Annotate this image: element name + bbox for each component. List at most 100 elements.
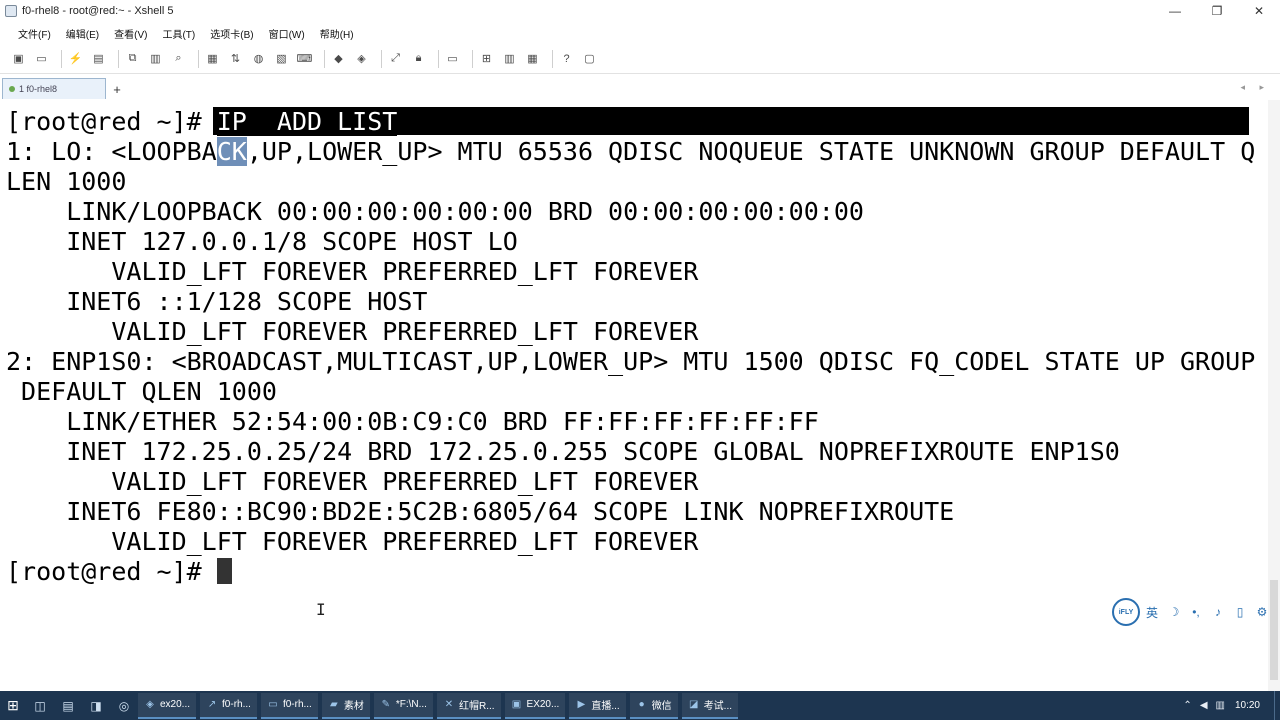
new-tab-button[interactable]: + (108, 80, 126, 98)
app-icon[interactable]: ◨ (85, 695, 107, 717)
menu-edit[interactable]: 编辑(E) (66, 26, 99, 41)
properties-icon[interactable]: ▤ (90, 50, 107, 67)
tab-nav-arrows[interactable]: ◂ ▸ (1240, 82, 1270, 93)
keyboard-icon[interactable]: ⌨ (296, 50, 313, 67)
task-view-icon[interactable]: ◫ (29, 695, 51, 717)
menu-file[interactable]: 文件(F) (18, 26, 51, 41)
print-icon[interactable]: ▦ (204, 50, 221, 67)
toolbar-separator (324, 49, 325, 68)
explorer-icon[interactable]: ▤ (57, 695, 79, 717)
menu-bar: 文件(F) 编辑(E) 查看(V) 工具(T) 选项卡(B) 窗口(W) 帮助(… (0, 22, 1280, 44)
tile-icon[interactable]: ▦ (524, 50, 541, 67)
taskbar-item[interactable]: ✕ 红帽R... (436, 692, 501, 719)
taskbar-item[interactable]: ↗ f0-rh... (200, 692, 257, 719)
highlight-icon[interactable]: ◈ (353, 50, 370, 67)
terminal-line: VALID_LFT FOREVER PREFERRED_LFT FOREVER (6, 467, 699, 496)
taskbar-item[interactable]: ● 微信 (629, 692, 678, 719)
minimize-button[interactable]: — (1154, 0, 1196, 22)
chat-icon[interactable]: ▢ (581, 50, 598, 67)
new-session-icon[interactable]: ▣ (10, 50, 27, 67)
taskbar-item-label: EX20... (526, 699, 560, 710)
lock-icon[interactable]: 🔒︎ (410, 50, 427, 67)
taskbar-item[interactable]: ▣ EX20... (504, 692, 566, 719)
taskbar-item-label: 素材 (343, 701, 364, 712)
find-icon[interactable]: ⌕ (170, 50, 187, 67)
taskbar-item[interactable]: ▰ 素材 (321, 692, 370, 719)
mic-icon[interactable]: ♪ (1208, 602, 1228, 622)
toolbar-separator (552, 49, 553, 68)
taskbar-item[interactable]: ▭ f0-rh... (260, 692, 318, 719)
maximize-button[interactable]: ❐ (1196, 0, 1238, 22)
app-icon: ◈ (146, 699, 154, 710)
taskbar-item[interactable]: ◈ ex20... (138, 692, 197, 719)
toolbar-separator (438, 49, 439, 68)
app-icon[interactable]: ◎ (113, 695, 135, 717)
toolbar-separator (61, 49, 62, 68)
menu-view[interactable]: 查看(V) (114, 26, 147, 41)
terminal-line: INET 172.25.0.25/24 BRD 172.25.0.255 SCO… (6, 437, 1120, 466)
toolbar-separator (198, 49, 199, 68)
toolbar: ▣ ▭ ⚡ ▤ ⧉ ▥ ⌕ ▦ ⇅ ◍ ▧ ⌨ ◆ ◈ ⤢ 🔒︎ ▭ ⊞ ▥ ▦… (0, 44, 1280, 74)
disconnect-icon[interactable]: ⚡ (67, 50, 84, 67)
wechat-icon: ● (638, 699, 645, 710)
fullscreen-icon[interactable]: ⤢ (387, 50, 404, 67)
ime-toolbar: iFLY 英 ☽ •, ♪ ▯ ⚙ (1112, 598, 1272, 626)
volume-icon[interactable]: ◀ (1200, 700, 1208, 711)
keymap-icon[interactable]: ▭ (444, 50, 461, 67)
moon-icon[interactable]: ☽ (1164, 602, 1184, 622)
add-icon[interactable]: ⊞ (478, 50, 495, 67)
copy-icon[interactable]: ⧉ (124, 50, 141, 67)
terminal-line: DEFAULT QLEN 1000 (6, 377, 277, 406)
taskbar-item[interactable]: ◪ 考试... (681, 692, 739, 719)
terminal-area[interactable]: [root@red ~]# IP ADD LIST 1: LO: <LOOPBA… (0, 101, 1268, 691)
taskbar-clock[interactable]: 10:20 (1235, 700, 1260, 711)
tab-f0-rhel8[interactable]: 1 f0-rhel8 (2, 78, 106, 99)
network-icon[interactable]: ▥ (1216, 700, 1225, 711)
close-button[interactable]: ✕ (1238, 0, 1280, 22)
layout-icon[interactable]: ▥ (501, 50, 518, 67)
ime-logo-icon[interactable]: iFLY (1112, 598, 1140, 626)
transfer-icon[interactable]: ⇅ (227, 50, 244, 67)
menu-help[interactable]: 帮助(H) (320, 26, 354, 41)
xshell-app-icon (5, 5, 17, 17)
taskbar-item-label: 考试... (703, 701, 733, 712)
chevron-up-icon[interactable]: ⌃ (1183, 700, 1191, 711)
prompt: [root@red ~]# (6, 107, 217, 136)
command-text: IP ADD LIST (216, 107, 398, 136)
menu-tabs[interactable]: 选项卡(B) (210, 26, 253, 41)
menu-tools[interactable]: 工具(T) (162, 26, 195, 41)
folder-icon: ▰ (329, 699, 338, 710)
file-icon[interactable]: ▯ (1230, 602, 1250, 622)
taskbar-item-label: 红帽R... (458, 701, 495, 712)
punctuation-icon[interactable]: •, (1186, 602, 1206, 622)
mouse-ibeam-cursor-icon: I (316, 600, 326, 619)
prompt: [root@red ~]# (6, 557, 217, 586)
scrollbar-thumb[interactable] (1270, 580, 1278, 680)
taskbar-item-label: f0-rh... (282, 699, 312, 710)
help-icon[interactable]: ? (558, 50, 575, 67)
start-button[interactable]: ⊞ (0, 691, 26, 720)
toolbar-separator (118, 49, 119, 68)
taskbar-item[interactable]: ✎ *F:\N... (373, 692, 433, 719)
show-desktop-button[interactable] (1274, 691, 1280, 720)
taskbar-item[interactable]: ▶ 直播... (569, 692, 626, 719)
window-title: f0-rhel8 - root@red:~ - Xshell 5 (22, 5, 174, 17)
selected-text: CK (216, 137, 247, 166)
settings-icon[interactable]: ⚙ (1252, 602, 1272, 622)
terminal-line: [root@red ~]# IP ADD LIST (6, 107, 398, 137)
title-bar: f0-rhel8 - root@red:~ - Xshell 5 — ❐ ✕ (0, 0, 1280, 22)
app-icon: ◪ (688, 699, 699, 710)
compose-icon[interactable]: ◆ (330, 50, 347, 67)
globe-icon[interactable]: ◍ (250, 50, 267, 67)
taskbar-item-label: 微信 (651, 701, 672, 712)
output-text: ,UP,LOWER_UP> MTU 65536 QDISC NOQUEUE ST… (246, 137, 1256, 166)
ime-lang-toggle[interactable]: 英 (1142, 602, 1162, 622)
script-icon[interactable]: ▧ (273, 50, 290, 67)
menu-window[interactable]: 窗口(W) (269, 26, 305, 41)
window-controls: — ❐ ✕ (1154, 0, 1280, 22)
open-icon[interactable]: ▭ (33, 50, 50, 67)
terminal-line: LEN 1000 (6, 167, 127, 196)
terminal-line: [root@red ~]# (6, 557, 232, 587)
toolbar-separator (472, 49, 473, 68)
paste-icon[interactable]: ▥ (147, 50, 164, 67)
